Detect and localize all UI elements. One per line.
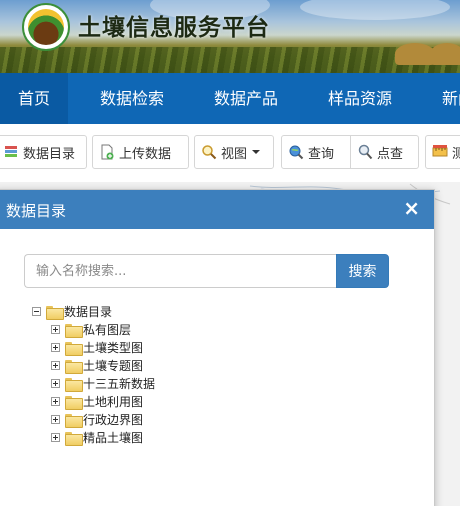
tree-item-label: 十三五新数据	[83, 377, 156, 391]
panel-title: 数据目录	[6, 202, 67, 220]
folder-icon	[65, 377, 83, 392]
close-icon[interactable]: ×	[403, 198, 420, 218]
nav-item-data-search[interactable]: 数据检索	[100, 73, 164, 124]
point-search-icon	[358, 144, 373, 160]
measure-label: 测	[452, 146, 460, 162]
nav-item-news[interactable]: 新闻	[442, 73, 460, 124]
expand-icon[interactable]	[51, 343, 60, 352]
expand-icon[interactable]	[51, 379, 60, 388]
catalog-search-input[interactable]	[24, 254, 336, 288]
point-query-label: 点查	[377, 146, 404, 162]
chevron-down-icon	[252, 150, 261, 154]
panel-header: 数据目录 ×	[0, 190, 434, 229]
tree-item[interactable]: 土地利用图	[51, 393, 143, 410]
expand-icon[interactable]	[51, 433, 60, 442]
collapse-icon[interactable]	[32, 307, 41, 316]
upload-data-button[interactable]: 上传数据	[92, 135, 189, 169]
header-banner: 土壤信息服务平台	[0, 0, 460, 73]
tree-item-label: 土壤类型图	[83, 341, 144, 355]
page: 土壤信息服务平台 首页 数据检索 数据产品 样品资源 新闻 数据目录 上传数据	[0, 0, 460, 506]
tree-item-label: 精品土壤图	[83, 431, 144, 445]
tree-root-label: 数据目录	[64, 305, 113, 319]
tree-item[interactable]: 精品土壤图	[51, 429, 143, 446]
globe-search-icon	[289, 145, 304, 160]
expand-icon[interactable]	[51, 361, 60, 370]
search-button[interactable]: 搜索	[336, 254, 389, 288]
tree-item-label: 私有图层	[83, 323, 132, 337]
measure-button[interactable]: 测	[425, 135, 460, 169]
folder-icon	[65, 341, 83, 356]
site-logo-icon[interactable]	[22, 3, 70, 51]
expand-icon[interactable]	[51, 397, 60, 406]
point-query-button[interactable]: 点查	[350, 135, 419, 169]
nav-item-sample-resources[interactable]: 样品资源	[328, 73, 392, 124]
expand-icon[interactable]	[51, 415, 60, 424]
layers-icon	[5, 146, 17, 157]
tree-root[interactable]: 数据目录	[32, 303, 112, 320]
upload-data-label: 上传数据	[119, 146, 172, 162]
tree-item[interactable]: 十三五新数据	[51, 375, 155, 392]
query-label: 查询	[308, 146, 335, 162]
tree-item-label: 土地利用图	[83, 395, 144, 409]
tree-item-label: 行政边界图	[83, 413, 144, 427]
field-decoration	[0, 47, 460, 73]
haystack-decoration	[430, 43, 460, 65]
folder-icon	[65, 323, 83, 338]
data-catalog-label: 数据目录	[23, 146, 76, 162]
query-button[interactable]: 查询	[281, 135, 351, 169]
upload-file-icon	[101, 144, 114, 160]
magnifier-icon	[202, 145, 217, 160]
folder-icon	[65, 413, 83, 428]
tree-item[interactable]: 土壤专题图	[51, 357, 143, 374]
tree-item[interactable]: 土壤类型图	[51, 339, 143, 356]
tree-item[interactable]: 私有图层	[51, 321, 131, 338]
data-catalog-panel: 数据目录 × 搜索 数据目录 私有图层 土壤类型图 土壤专题图	[0, 189, 435, 506]
tree-item[interactable]: 行政边界图	[51, 411, 143, 428]
cloud-decoration	[300, 0, 450, 20]
site-title: 土壤信息服务平台	[78, 15, 270, 41]
ruler-icon	[432, 145, 448, 157]
tree-item-label: 土壤专题图	[83, 359, 144, 373]
view-label: 视图	[221, 146, 248, 162]
data-catalog-button[interactable]: 数据目录	[0, 135, 87, 169]
folder-icon	[65, 431, 83, 446]
view-dropdown-button[interactable]: 视图	[194, 135, 274, 169]
folder-icon	[46, 305, 64, 320]
folder-icon	[65, 359, 83, 374]
nav-item-home[interactable]: 首页	[0, 73, 68, 124]
nav-item-data-products[interactable]: 数据产品	[214, 73, 278, 124]
map-toolbar: 数据目录 上传数据 视图 查询 点查 测	[0, 124, 460, 182]
folder-icon	[65, 395, 83, 410]
expand-icon[interactable]	[51, 325, 60, 334]
main-nav: 首页 数据检索 数据产品 样品资源 新闻	[0, 73, 460, 124]
haystack-decoration	[395, 43, 435, 65]
